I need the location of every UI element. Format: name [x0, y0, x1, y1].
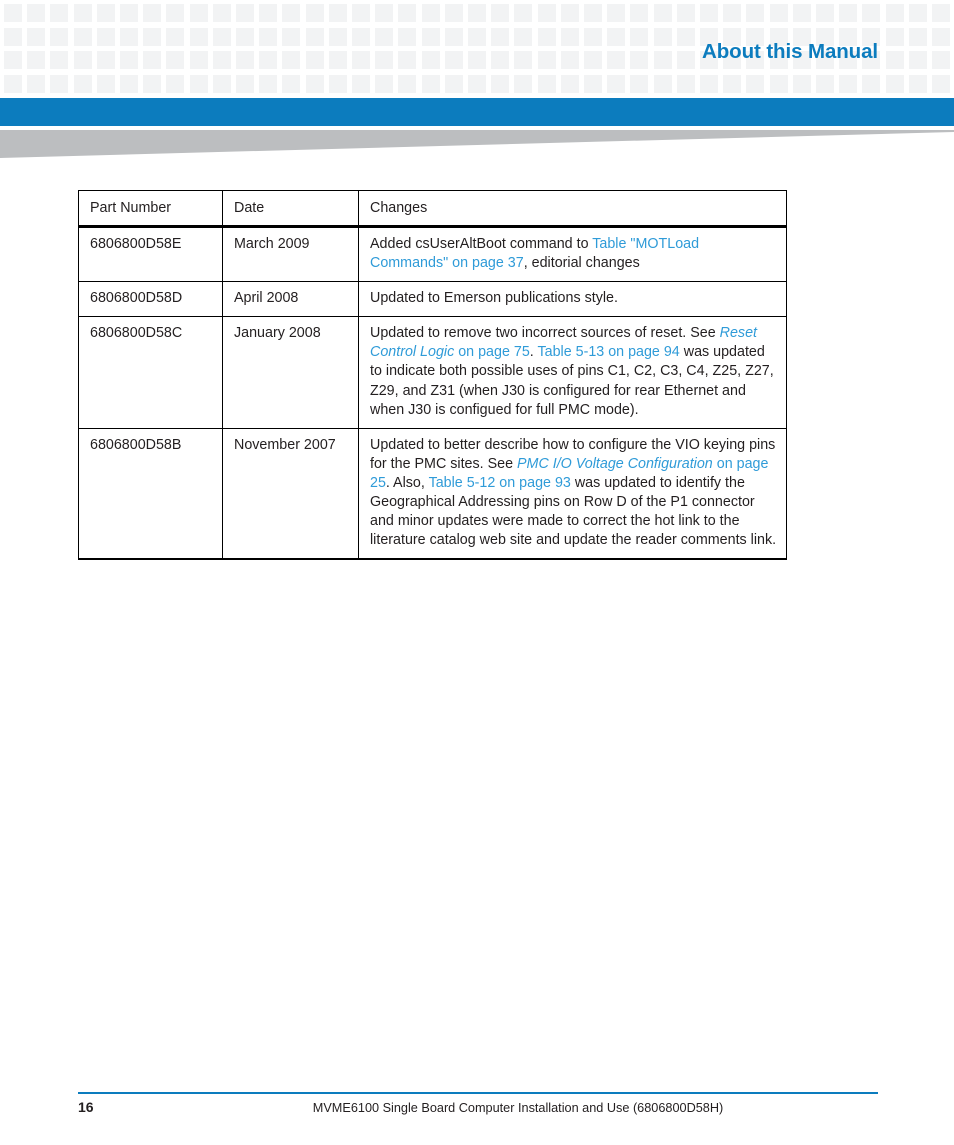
cross-reference-link[interactable]: Table 5-12 on page 93 — [429, 475, 571, 491]
revision-history-table: Part Number Date Changes 6806800D58E Marc… — [78, 189, 787, 561]
changes-text: . Also, — [385, 474, 429, 491]
cell-date: April 2008 — [222, 281, 359, 318]
column-header-changes: Changes — [358, 189, 787, 229]
cell-changes: Updated to Emerson publications style. — [358, 281, 787, 318]
cell-part-number: 6806800D58E — [78, 226, 223, 283]
table-row: 6806800D58B November 2007 Updated to bette… — [78, 427, 787, 561]
gray-swoosh-shape — [0, 130, 954, 158]
changes-text: , editorial changes — [523, 255, 640, 272]
cell-part-number: 6806800D58B — [78, 427, 223, 561]
changes-text: Updated to remove two incorrect sources … — [370, 325, 720, 342]
page-header-title: About this Manual — [702, 40, 878, 63]
table-header-row: Part Number Date Changes — [78, 189, 787, 229]
table-body: 6806800D58E March 2009 Added csUserAltBoot… — [78, 226, 787, 561]
main-content: Part Number Date Changes 6806800D58E Marc… — [78, 189, 787, 561]
cross-reference-link[interactable]: Table 5-13 on page 94 — [537, 344, 679, 360]
changes-text: Updated to Emerson publications style. — [370, 290, 618, 307]
footer-document-title: MVME6100 Single Board Computer Installat… — [312, 1101, 724, 1115]
cell-date: March 2009 — [222, 226, 359, 283]
cell-part-number: 6806800D58D — [78, 281, 223, 318]
cell-date: January 2008 — [222, 316, 359, 429]
cell-changes: Updated to better describe how to config… — [358, 427, 787, 561]
header-blue-bar — [0, 98, 954, 126]
table-row: 6806800D58C January 2008 Updated to remove… — [78, 316, 787, 429]
header-gray-swoosh — [0, 130, 954, 160]
table-row: 6806800D58D April 2008 Updated to Emerson … — [78, 281, 787, 318]
column-header-date: Date — [222, 189, 359, 229]
table-row: 6806800D58E March 2009 Added csUserAltBoot… — [78, 226, 787, 283]
changes-text: Added csUserAltBoot command to — [370, 236, 593, 253]
table-header: Part Number Date Changes — [78, 189, 787, 229]
column-header-part-number: Part Number — [78, 189, 223, 229]
cell-date: November 2007 — [222, 427, 359, 561]
cross-reference-link[interactable]: on page 75 — [454, 344, 530, 360]
footer-divider — [78, 1092, 878, 1094]
cross-reference-link[interactable]: PMC I/O Voltage Configuration — [517, 456, 713, 472]
cell-part-number: 6806800D58C — [78, 316, 223, 429]
cell-changes: Added csUserAltBoot command to Table "MO… — [358, 226, 787, 283]
cell-changes: Updated to remove two incorrect sources … — [358, 316, 787, 429]
